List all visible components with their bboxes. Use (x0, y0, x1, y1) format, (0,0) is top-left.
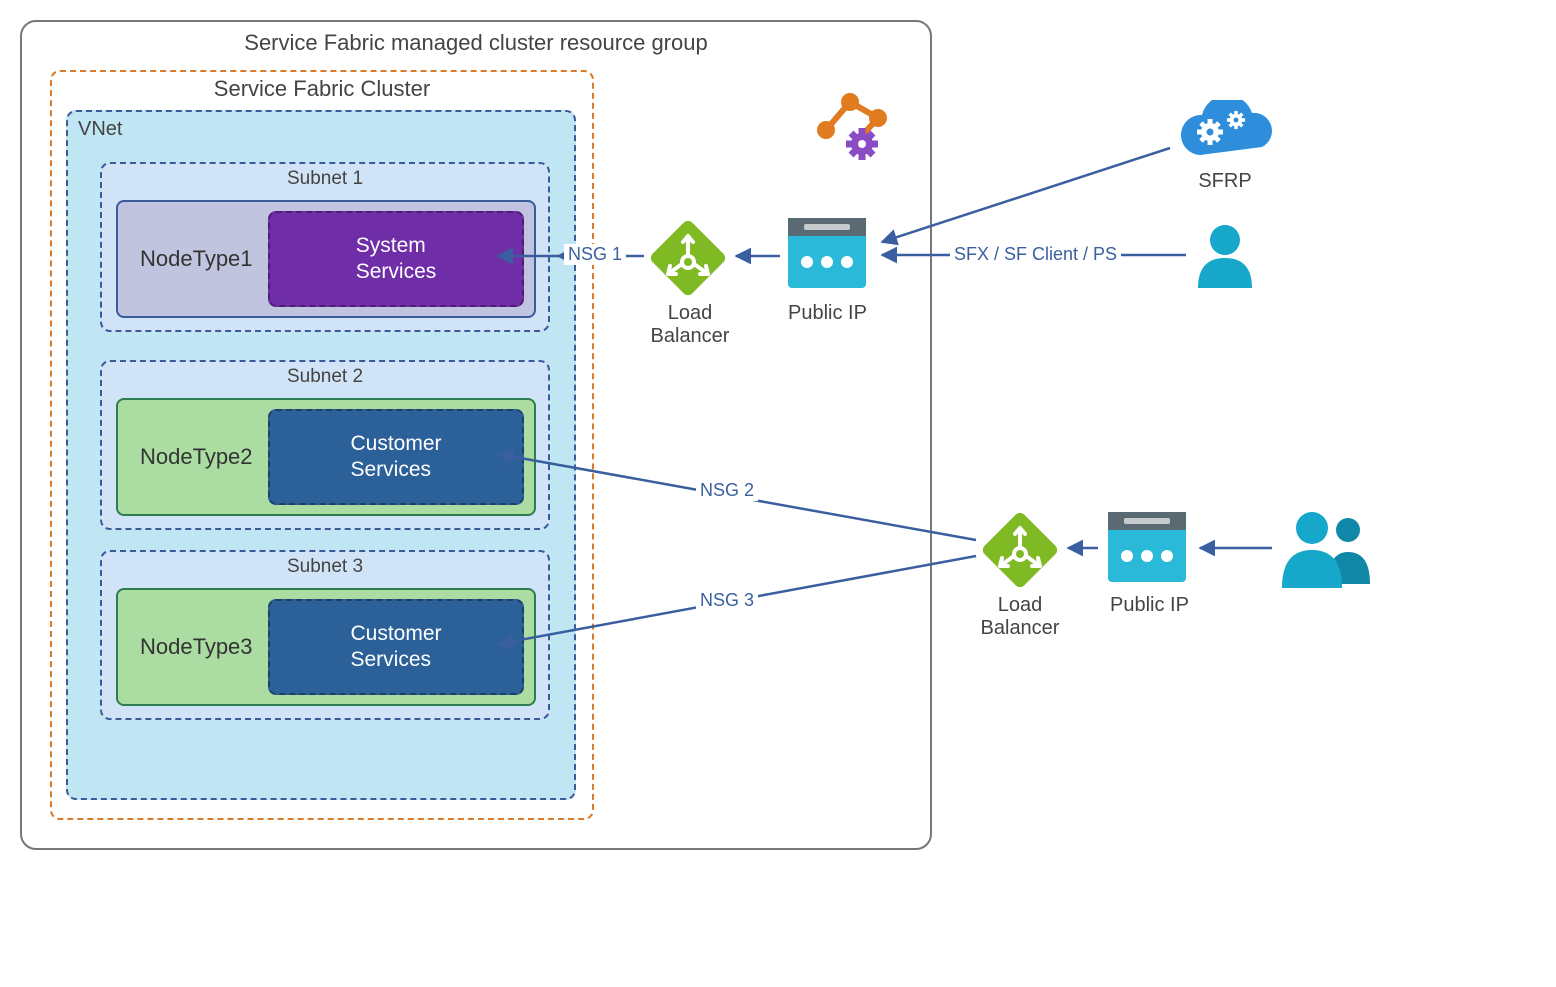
nodetype-3-box: NodeType3 CustomerServices (116, 588, 536, 706)
nodetype-2-box: NodeType2 CustomerServices (116, 398, 536, 516)
service-fabric-icon (806, 90, 896, 170)
pip-1-label: Public IP (780, 302, 875, 325)
nodetype-1-box: NodeType1 SystemServices (116, 200, 536, 318)
customer-services-3-box: CustomerServices (268, 599, 524, 695)
nodetype-2-label: NodeType2 (118, 444, 268, 470)
public-ip-1-icon (782, 210, 872, 300)
customer-services-2-text: CustomerServices (350, 431, 441, 484)
nodetype-1-label: NodeType1 (118, 246, 268, 272)
subnet-3-box: Subnet 3 NodeType3 CustomerServices (100, 550, 550, 720)
subnet-1-label: Subnet 1 (102, 168, 548, 190)
load-balancer-1-icon (648, 218, 728, 298)
subnet-1-box: Subnet 1 NodeType1 SystemServices (100, 162, 550, 332)
load-balancer-2-icon (980, 510, 1060, 590)
nodetype-3-label: NodeType3 (118, 634, 268, 660)
users-icon (1276, 508, 1376, 588)
cluster-title: Service Fabric Cluster (52, 76, 592, 102)
nsg-3-label: NSG 3 (696, 590, 758, 611)
subnet-2-label: Subnet 2 (102, 366, 548, 388)
lb-1-label: Load Balancer (630, 302, 750, 348)
system-services-box: SystemServices (268, 211, 524, 307)
subnet-2-box: Subnet 2 NodeType2 CustomerServices (100, 360, 550, 530)
resource-group-title: Service Fabric managed cluster resource … (22, 30, 930, 56)
lb-2-label: Load Balancer (960, 594, 1080, 640)
public-ip-2-icon (1102, 504, 1192, 594)
diagram-canvas: Service Fabric managed cluster resource … (20, 20, 1500, 920)
sfx-label: SFX / SF Client / PS (950, 244, 1121, 265)
nsg-2-label: NSG 2 (696, 480, 758, 501)
pip-2-label: Public IP (1102, 594, 1197, 617)
customer-services-3-text: CustomerServices (350, 621, 441, 674)
sfrp-cloud-icon (1170, 100, 1280, 170)
customer-services-2-box: CustomerServices (268, 409, 524, 505)
sfrp-label: SFRP (1180, 170, 1270, 193)
subnet-3-label: Subnet 3 (102, 556, 548, 578)
user-icon (1190, 220, 1260, 290)
nsg-1-label: NSG 1 (564, 244, 626, 265)
vnet-label: VNet (78, 118, 122, 141)
system-services-text: SystemServices (356, 233, 437, 286)
